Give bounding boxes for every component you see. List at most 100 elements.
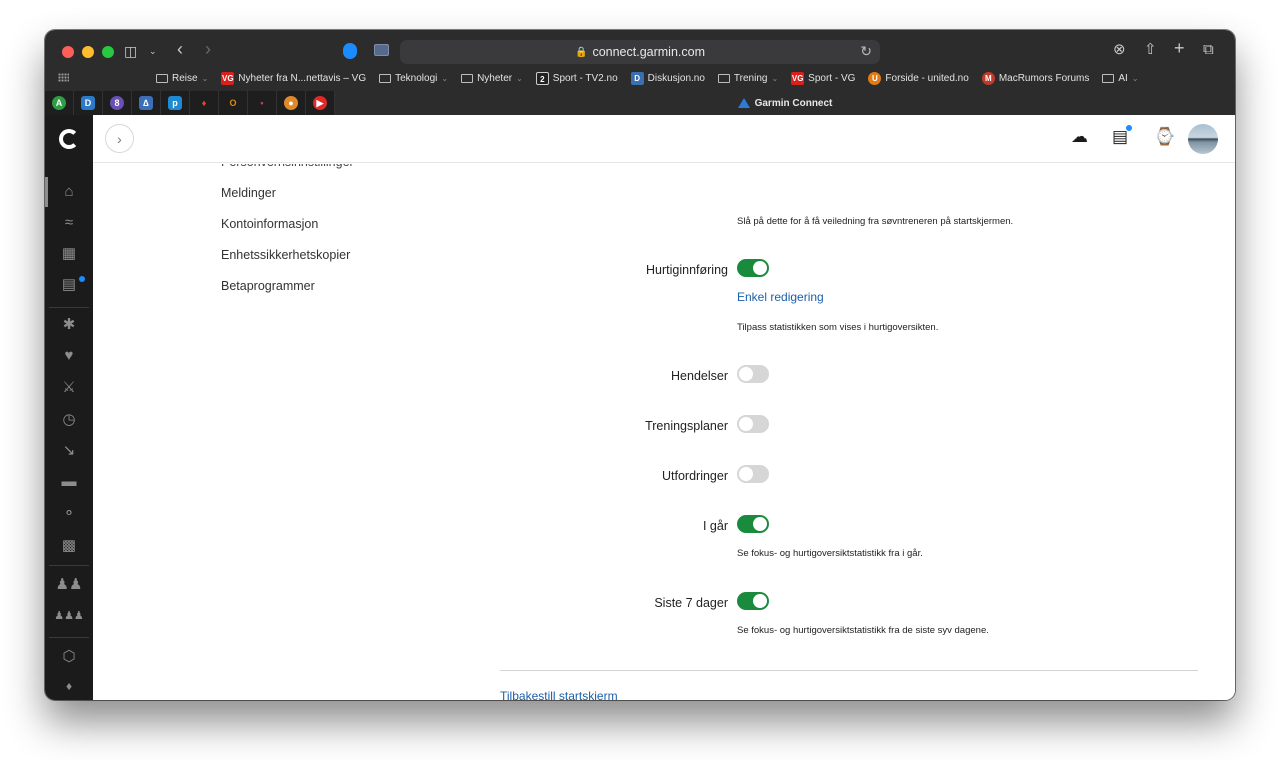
close-window-button[interactable] <box>62 46 74 58</box>
health-icon[interactable]: ♥ <box>45 347 93 365</box>
pinned-tab-favicon-icon: p <box>168 96 182 110</box>
menu-item-device-backups[interactable]: Enhetssikkerhetskopier <box>221 245 354 276</box>
quick-intro-description: Tilpass statistikken som vises i hurtigo… <box>737 322 939 333</box>
new-tab-icon[interactable]: + <box>1174 39 1185 57</box>
bookmark-macrumors[interactable]: M MacRumors Forums <box>981 71 1089 85</box>
last-7-days-toggle[interactable] <box>737 592 769 610</box>
yesterday-description: Se fokus- og hurtigoversiktstatistikk fr… <box>737 548 923 559</box>
pinned-tab-favicon-icon: ▶ <box>313 96 327 110</box>
zoom-window-button[interactable] <box>102 46 114 58</box>
extension-icon[interactable] <box>343 43 357 59</box>
forward-button[interactable]: › <box>205 40 211 58</box>
pinned-tab-favicon-icon: 8 <box>110 96 124 110</box>
training-plans-label: Treningsplaner <box>645 419 728 433</box>
insights-icon[interactable]: ≈ <box>45 214 93 232</box>
folder-icon <box>379 73 392 83</box>
bookmark-vg-nyheter[interactable]: VG Nyheter fra N...nettavis – VG <box>221 71 366 85</box>
bookmark-vg-sport[interactable]: VG Sport - VG <box>791 71 855 85</box>
insights-bulb-icon[interactable]: ⚬ <box>45 505 93 523</box>
events-label: Hendelser <box>671 369 728 383</box>
stopwatch-icon[interactable]: ◷ <box>45 411 93 429</box>
bookmark-folder-ai[interactable]: AI ⌄ <box>1102 73 1139 84</box>
chevron-down-icon: ⌄ <box>1131 73 1139 83</box>
chevron-down-icon: ⌄ <box>771 73 779 83</box>
bookmark-folder-nyheter[interactable]: Nyheter ⌄ <box>461 73 523 84</box>
news-feed-icon[interactable]: ▤ <box>45 276 93 294</box>
pinned-tab-10[interactable]: ▶ <box>306 91 335 115</box>
challenges-icon[interactable]: ♦ <box>45 677 93 695</box>
bookmark-diskusjon[interactable]: D Diskusjon.no <box>630 71 705 85</box>
pinned-tab-6[interactable]: ♦ <box>190 91 219 115</box>
menu-item-privacy[interactable]: Personvernsinnstillinger <box>221 164 354 183</box>
training-plans-toggle[interactable] <box>737 415 769 433</box>
back-button[interactable]: ‹ <box>177 40 183 58</box>
connections-icon[interactable]: ♟♟ <box>45 576 93 594</box>
bookmark-folder-reise[interactable]: Reise ⌄ <box>156 73 208 84</box>
garmin-favicon-icon <box>737 98 750 108</box>
menu-item-notifications[interactable]: Meldinger <box>221 183 354 214</box>
chevron-down-icon: ⌄ <box>201 73 209 83</box>
reset-home-screen-link[interactable]: Tilbakestill startskjerm <box>500 689 618 700</box>
simple-edit-link[interactable]: Enkel redigering <box>737 290 824 304</box>
menu-item-beta-programs[interactable]: Betaprogrammer <box>221 276 354 307</box>
tab-overview-icon[interactable] <box>374 44 389 56</box>
show-all-tabs-icon[interactable]: ⧉ <box>1203 42 1214 58</box>
bookmark-folder-teknologi[interactable]: Teknologi ⌄ <box>379 73 448 84</box>
device-watch-icon[interactable]: ⌚ <box>1154 127 1175 147</box>
nav-divider <box>49 307 89 308</box>
pinned-tab-5[interactable]: p <box>161 91 190 115</box>
nav-divider <box>49 565 89 566</box>
menu-item-account-info[interactable]: Kontoinformasjon <box>221 214 354 245</box>
pinned-tab-3[interactable]: 8 <box>103 91 132 115</box>
bookmark-united[interactable]: U Forside - united.no <box>868 71 969 85</box>
nav-divider <box>49 637 89 638</box>
pinned-tab-2[interactable]: D <box>74 91 103 115</box>
training-icon[interactable]: ⚔ <box>45 379 93 397</box>
pinned-tab-1[interactable]: A <box>45 91 74 115</box>
pinned-tab-7[interactable]: O <box>219 91 248 115</box>
minimize-window-button[interactable] <box>82 46 94 58</box>
pinned-tab-favicon-icon: ♦ <box>201 98 207 108</box>
calendar-icon[interactable]: ▦ <box>45 245 93 263</box>
expand-sidebar-button[interactable]: › <box>105 124 134 153</box>
challenges-toggle[interactable] <box>737 465 769 483</box>
toggle-knob <box>753 261 767 275</box>
reload-icon[interactable]: ↻ <box>860 43 872 60</box>
address-bar[interactable]: 🔒 connect.garmin.com ↻ <box>400 40 880 64</box>
bookmark-folder-trening[interactable]: Trening ⌄ <box>717 73 779 84</box>
reports-icon[interactable]: ▩ <box>45 537 93 555</box>
pinned-tab-4[interactable]: ∆ <box>132 91 161 115</box>
activities-icon[interactable]: ✱ <box>45 316 93 334</box>
pinned-tab-8[interactable]: • <box>248 91 277 115</box>
last-7-days-label: Siste 7 dager <box>654 596 728 610</box>
events-toggle[interactable] <box>737 365 769 383</box>
inbox-notification-dot <box>1126 125 1132 131</box>
folder-icon <box>461 73 474 83</box>
garmin-connect-logo[interactable] <box>59 129 79 149</box>
user-avatar[interactable] <box>1188 124 1218 154</box>
browser-titlebar: ◫ ⌄ ‹ › 🔒 connect.garmin.com ↻ ⊗ ⇧ + ⧉ R… <box>45 30 1235 115</box>
badges-icon[interactable]: ⬡ <box>45 648 93 666</box>
golf-icon[interactable]: ↘ <box>45 442 93 460</box>
sidebar-toggle-icon[interactable]: ◫ <box>124 43 137 59</box>
share-icon[interactable]: ⇧ <box>1144 42 1157 58</box>
pinned-tab-9[interactable]: ● <box>277 91 306 115</box>
home-icon[interactable]: ⌂ <box>45 183 93 201</box>
quick-intro-toggle[interactable] <box>737 259 769 277</box>
bookmark-tv2-sport[interactable]: 2 Sport - TV2.no <box>535 71 618 85</box>
pinned-tab-favicon-icon: • <box>260 98 264 108</box>
sleep-coach-description: Slå på dette for å få veiledning fra søv… <box>737 216 1014 227</box>
downloads-icon[interactable]: ⊗ <box>1113 42 1126 58</box>
tab-garmin-connect[interactable]: Garmin Connect <box>335 91 1235 115</box>
groups-icon[interactable]: ♟♟♟ <box>45 607 93 625</box>
chevron-down-icon: ⌄ <box>441 73 449 83</box>
inbox-icon[interactable]: ▤ <box>1112 127 1128 147</box>
chevron-down-icon[interactable]: ⌄ <box>149 43 157 59</box>
vg-favicon-icon: VG <box>221 71 235 85</box>
pinned-tab-favicon-icon: O <box>229 98 237 108</box>
yesterday-toggle[interactable] <box>737 515 769 533</box>
diskusjon-favicon-icon: D <box>630 71 644 85</box>
toggle-knob <box>739 367 753 381</box>
upload-cloud-icon[interactable]: ☁ <box>1071 127 1088 147</box>
gear-shoe-icon[interactable]: ▬ <box>45 473 93 491</box>
